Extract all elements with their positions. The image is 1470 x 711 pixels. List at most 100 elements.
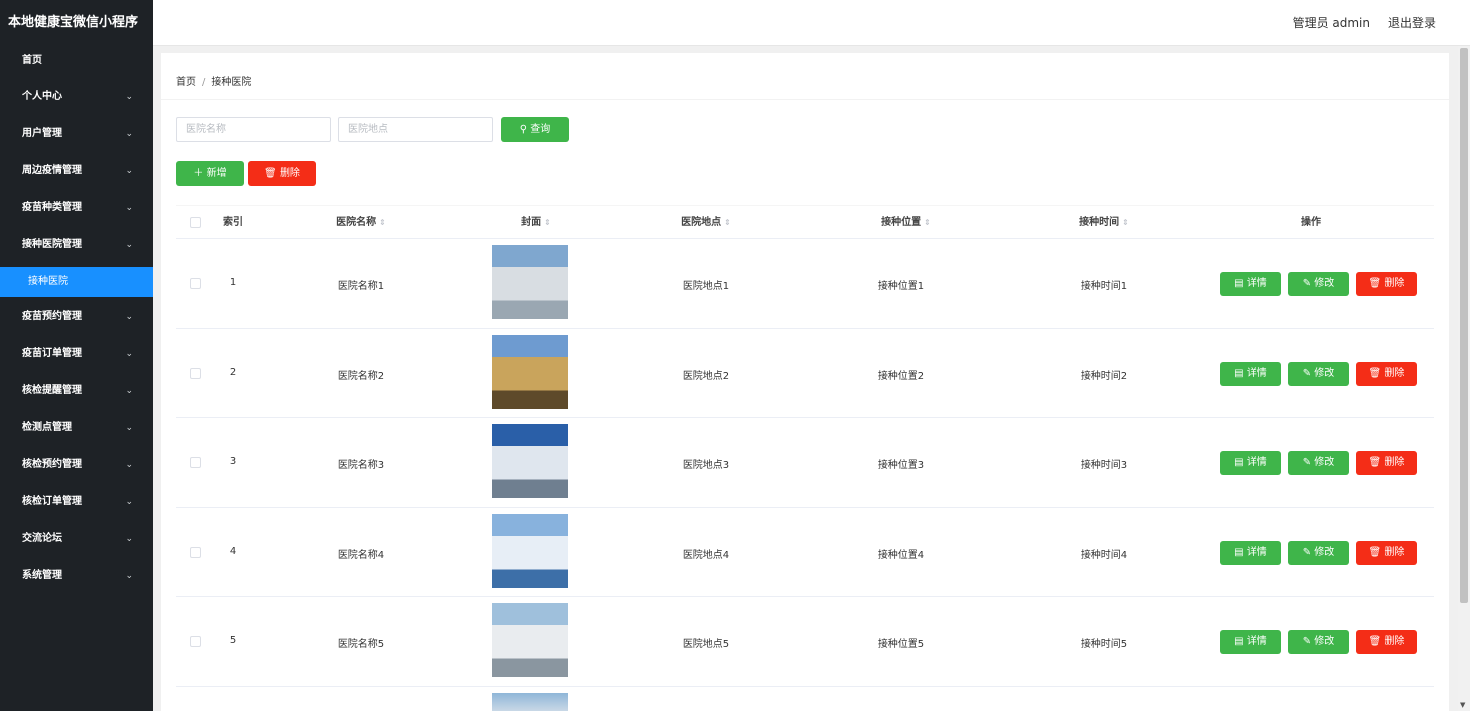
row-checkbox[interactable] xyxy=(190,367,201,379)
delete-button-label: 删除 xyxy=(1384,278,1405,289)
detail-button-label: 详情 xyxy=(1246,546,1267,558)
sidebar-item-test-reminders[interactable]: 核检提醒管理 ⌄ xyxy=(0,376,153,413)
logout-link[interactable]: 退出登录 xyxy=(1388,0,1436,46)
hospital-location-search-input[interactable]: 医院地点 xyxy=(338,117,493,142)
sidebar: 首页 个人中心 ⌄ 用户管理 ⌄ 周边疫情管理 ⌄ 疫苗种类管理 ⌄ 接种医院管… xyxy=(0,46,153,711)
edit-button-label: 修改 xyxy=(1314,546,1335,558)
cover-image xyxy=(492,424,568,498)
sidebar-item-system[interactable]: 系统管理 ⌄ xyxy=(0,561,153,598)
header-cover[interactable]: 封面 ⇕ xyxy=(461,206,611,240)
sidebar-item-vaccine-appointments[interactable]: 疫苗预约管理 ⌄ xyxy=(0,302,153,339)
table-header: 索引 医院名称 ⇕ 封面 ⇕ 医院地点 ⇕ 接种位置 ⇕ 接种时间 ⇕ 操作 xyxy=(176,205,1434,239)
edit-icon: ✎ xyxy=(1302,278,1312,289)
cover-image xyxy=(492,245,568,319)
sidebar-item-label: 接种医院管理 xyxy=(22,239,82,250)
sidebar-item-test-orders[interactable]: 核检订单管理 ⌄ xyxy=(0,487,153,524)
row-hospital-name: 医院名称4 xyxy=(337,549,385,561)
sort-icon[interactable]: ⇕ xyxy=(924,218,931,227)
sidebar-item-test-points[interactable]: 检测点管理 ⌄ xyxy=(0,413,153,450)
header-location[interactable]: 医院地点 ⇕ xyxy=(631,206,781,240)
row-vaccination-position: 接种位置4 xyxy=(877,549,925,561)
document-icon: ▤ xyxy=(1234,636,1244,647)
detail-button[interactable]: ▤ 详情 xyxy=(1220,361,1281,386)
edit-button[interactable]: ✎ 修改 xyxy=(1288,451,1349,475)
header-actions: 操作 xyxy=(1246,206,1376,240)
row-vaccination-position: 接种位置2 xyxy=(877,370,925,382)
row-vaccination-time: 接种时间4 xyxy=(1080,549,1128,561)
sort-icon[interactable]: ⇕ xyxy=(544,218,551,227)
detail-button[interactable]: ▤ 详情 xyxy=(1220,540,1281,565)
detail-button[interactable]: ▤ 详情 xyxy=(1220,630,1281,654)
chevron-down-icon: ⌄ xyxy=(125,203,133,213)
sidebar-item-hospitals[interactable]: 接种医院管理 ⌄ xyxy=(0,230,153,267)
query-button[interactable]: ⚲ 查询 xyxy=(501,117,569,142)
sidebar-item-vaccine-orders[interactable]: 疫苗订单管理 ⌄ xyxy=(0,339,153,376)
breadcrumb-home[interactable]: 首页 xyxy=(176,77,196,88)
delete-button[interactable]: 🗑 删除 xyxy=(1356,272,1417,296)
sidebar-subitem-hospital-active[interactable]: 接种医院 xyxy=(0,267,153,297)
sidebar-item-vaccine-types[interactable]: 疫苗种类管理 ⌄ xyxy=(0,193,153,230)
breadcrumb-separator: / xyxy=(202,77,206,88)
add-button[interactable]: ＋ 新增 xyxy=(176,161,244,186)
row-checkbox[interactable] xyxy=(190,546,201,558)
delete-button[interactable]: 🗑 删除 xyxy=(1356,451,1417,475)
header-name[interactable]: 医院名称 ⇕ xyxy=(286,206,436,240)
batch-delete-button[interactable]: 🗑 删除 xyxy=(248,161,316,186)
delete-button-label: 删除 xyxy=(1384,457,1405,468)
select-all-checkbox[interactable] xyxy=(190,217,201,228)
sidebar-item-label: 检测点管理 xyxy=(22,422,72,433)
hospital-name-search-input[interactable]: 医院名称 xyxy=(176,117,331,142)
detail-button[interactable]: ▤ 详情 xyxy=(1220,272,1281,296)
row-hospital-name: 医院名称3 xyxy=(337,460,385,471)
page-scrollbar[interactable]: ▼ xyxy=(1458,46,1470,711)
query-button-label: 查询 xyxy=(530,124,551,135)
sidebar-item-forum[interactable]: 交流论坛 ⌄ xyxy=(0,524,153,561)
row-checkbox[interactable] xyxy=(190,457,201,468)
edit-button[interactable]: ✎ 修改 xyxy=(1288,272,1349,296)
sort-icon[interactable]: ⇕ xyxy=(1122,218,1129,227)
edit-button[interactable]: ✎ 修改 xyxy=(1288,361,1349,386)
chevron-down-icon: ⌄ xyxy=(125,240,133,250)
row-checkbox[interactable] xyxy=(190,278,201,289)
sidebar-item-home[interactable]: 首页 xyxy=(0,46,153,82)
delete-button[interactable]: 🗑 删除 xyxy=(1356,361,1417,386)
row-vaccination-time: 接种时间2 xyxy=(1080,370,1128,382)
delete-button[interactable]: 🗑 删除 xyxy=(1356,630,1417,654)
sidebar-item-personal-center[interactable]: 个人中心 ⌄ xyxy=(0,82,153,119)
detail-button[interactable]: ▤ 详情 xyxy=(1220,451,1281,475)
row-hospital-location: 医院地点5 xyxy=(682,639,730,650)
sidebar-item-label: 系统管理 xyxy=(22,570,62,581)
header-position[interactable]: 接种位置 ⇕ xyxy=(831,206,981,240)
delete-button[interactable]: 🗑 删除 xyxy=(1356,540,1417,565)
table-body: 1 医院名称1 医院地点1 接种位置1 接种时间1 ▤ 详情 ✎ 修改 🗑 删除… xyxy=(176,239,1434,687)
sidebar-item-label: 交流论坛 xyxy=(22,533,62,544)
row-checkbox[interactable] xyxy=(190,636,201,647)
document-icon: ▤ xyxy=(1234,457,1244,468)
edit-icon: ✎ xyxy=(1302,636,1312,647)
cover-image xyxy=(492,334,568,409)
table-row: 4 医院名称4 医院地点4 接种位置4 接种时间4 ▤ 详情 ✎ 修改 🗑 删除 xyxy=(176,508,1434,597)
sort-icon[interactable]: ⇕ xyxy=(379,218,386,227)
document-icon: ▤ xyxy=(1234,278,1244,289)
scrollbar-thumb[interactable] xyxy=(1460,48,1468,603)
sidebar-item-epidemic[interactable]: 周边疫情管理 ⌄ xyxy=(0,156,153,193)
trash-icon: 🗑 xyxy=(1368,636,1382,647)
sidebar-item-user-management[interactable]: 用户管理 ⌄ xyxy=(0,119,153,156)
sidebar-item-label: 首页 xyxy=(22,55,42,66)
row-index: 3 xyxy=(229,456,237,467)
edit-button-label: 修改 xyxy=(1314,278,1335,289)
sort-icon[interactable]: ⇕ xyxy=(724,218,731,227)
row-hospital-location: 医院地点4 xyxy=(682,549,730,561)
sidebar-item-test-appointments[interactable]: 核检预约管理 ⌄ xyxy=(0,450,153,487)
edit-button-label: 修改 xyxy=(1314,367,1335,379)
header-index: 索引 xyxy=(218,206,248,240)
user-label[interactable]: 管理员 admin xyxy=(1293,0,1370,46)
edit-button-label: 修改 xyxy=(1314,457,1335,468)
header-time[interactable]: 接种时间 ⇕ xyxy=(1029,206,1179,240)
edit-button[interactable]: ✎ 修改 xyxy=(1288,630,1349,654)
scroll-down-icon[interactable]: ▼ xyxy=(1460,701,1465,709)
cover-image-partial xyxy=(492,693,568,711)
trash-icon: 🗑 xyxy=(1368,546,1382,558)
detail-button-label: 详情 xyxy=(1246,636,1267,647)
edit-button[interactable]: ✎ 修改 xyxy=(1288,540,1349,565)
